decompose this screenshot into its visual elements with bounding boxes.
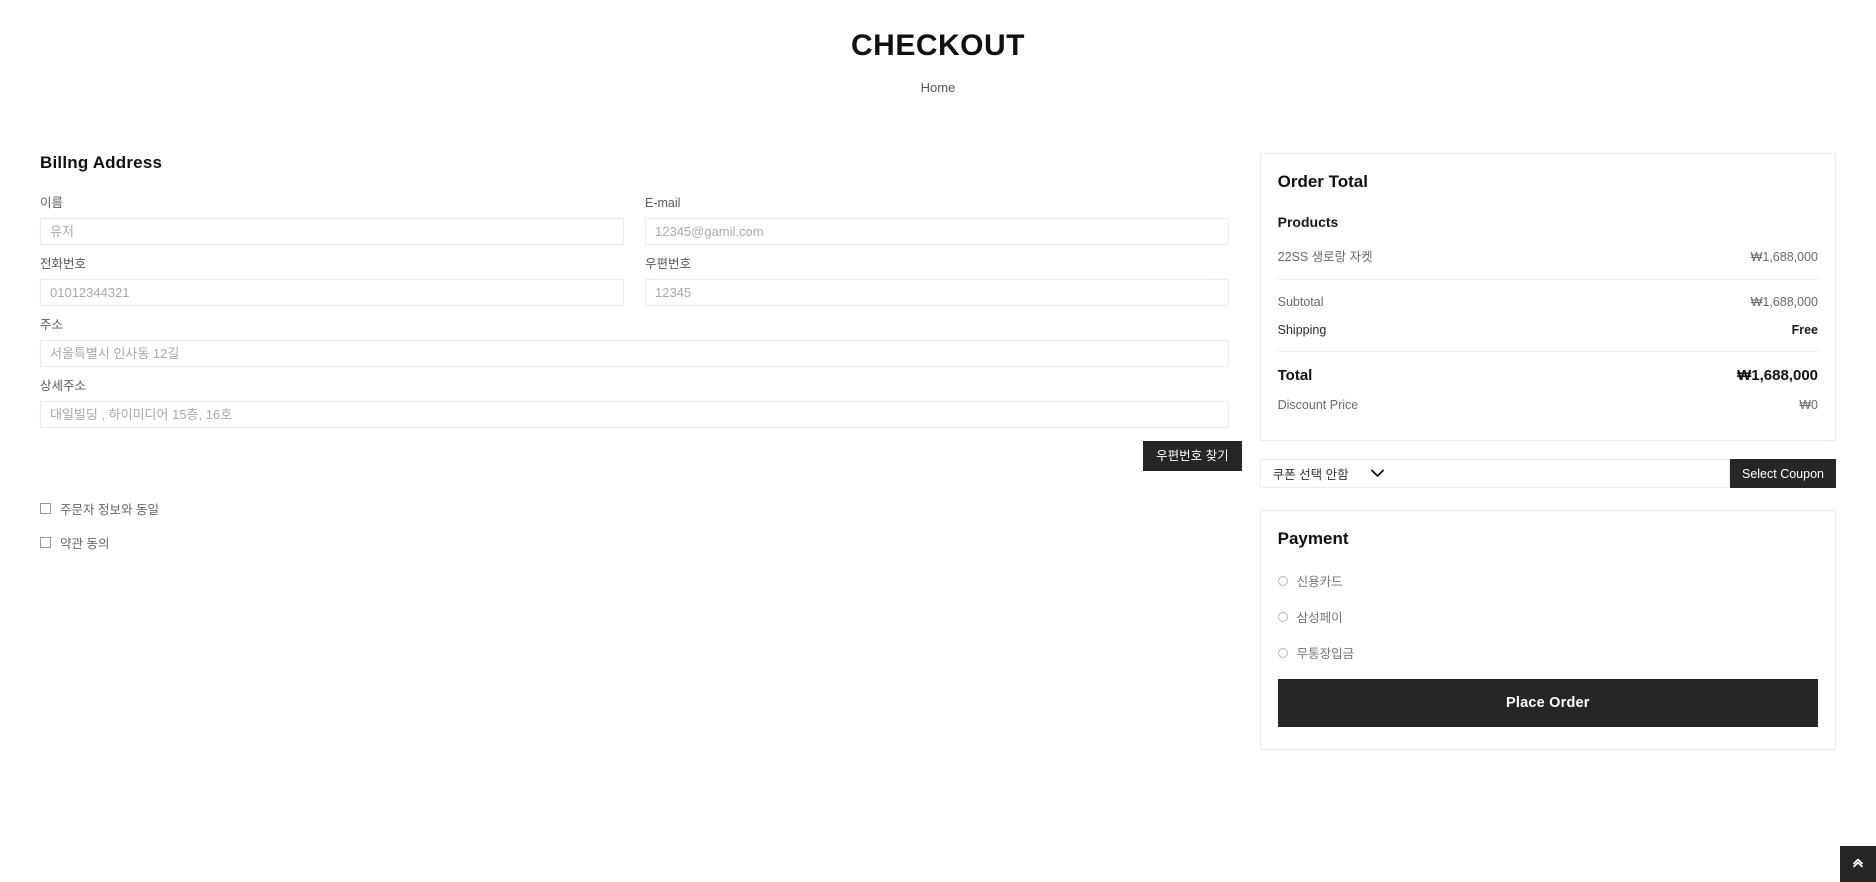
shipping-line: Shipping Free (1278, 323, 1818, 337)
coupon-row: 쿠폰 선택 안함 Select Coupon (1259, 459, 1836, 488)
address-input[interactable] (40, 340, 1229, 367)
field-email: E-mail (645, 195, 1229, 245)
name-input[interactable] (40, 218, 624, 245)
payment-label-credit-card: 신용카드 (1296, 575, 1343, 589)
form-row-phone-postal: 전화번호 우편번호 (40, 256, 1242, 317)
payment-option-credit-card[interactable]: 신용카드 (1277, 571, 1818, 590)
payment-label-bank-transfer: 무통장입금 (1296, 647, 1355, 661)
order-total-card: Order Total Products 22SS 생로랑 자켓 ₩1,688,… (1259, 153, 1836, 441)
radio-icon-bank-transfer[interactable] (1277, 647, 1288, 658)
billing-section-title: Billng Address (40, 153, 163, 172)
place-order-button[interactable]: Place Order (1277, 679, 1818, 727)
subtotal-line: Subtotal ₩1,688,000 (1278, 295, 1818, 309)
phone-input[interactable] (40, 279, 624, 306)
field-name: 이름 (40, 195, 624, 245)
payment-option-bank-transfer[interactable]: 무통장입금 (1277, 643, 1818, 662)
payment-option-samsung-pay[interactable]: 삼성페이 (1277, 607, 1818, 626)
products-heading: Products (1277, 214, 1339, 230)
shipping-value: Free (1791, 323, 1818, 337)
page-title: CHECKOUT (851, 29, 1025, 62)
product-name: 22SS 생로랑 자켓 (1277, 250, 1373, 264)
breadcrumb-link-home[interactable]: Home (921, 80, 956, 95)
billing-checkbox-list: 주문자 정보와 동일 약관 동의 (40, 499, 1242, 552)
field-label-email: E-mail (645, 196, 681, 210)
breadcrumb: Home (0, 80, 1876, 95)
field-address-detail: 상세주소 (40, 378, 1229, 428)
field-postal-code: 우편번호 (645, 256, 1229, 306)
field-label-address-detail: 상세주소 (40, 379, 87, 393)
find-postal-code-button[interactable]: 우편번호 찾기 (1143, 441, 1242, 471)
total-label: Total (1277, 367, 1313, 384)
product-price: ₩1,688,000 (1750, 250, 1818, 264)
field-label-address: 주소 (40, 318, 64, 332)
checkbox-label-terms-agree: 약관 동의 (60, 537, 110, 551)
scroll-to-top-button[interactable] (1840, 846, 1876, 882)
product-line-item: 22SS 생로랑 자켓 ₩1,688,000 (1278, 246, 1818, 265)
double-chevron-up-icon (1851, 856, 1865, 873)
main-content: Billng Address 이름 E-mail 전화번호 우편번호 주소 (0, 153, 1876, 750)
field-address: 주소 (40, 317, 1229, 367)
total-value: ₩1,688,000 (1737, 367, 1818, 384)
divider-products (1277, 279, 1818, 280)
form-row-name-email: 이름 E-mail (40, 195, 1242, 256)
divider-totals (1277, 351, 1818, 352)
subtotal-label: Subtotal (1277, 295, 1324, 309)
order-total-title: Order Total (1277, 172, 1368, 191)
select-coupon-button[interactable]: Select Coupon (1729, 459, 1836, 488)
payment-title: Payment (1277, 529, 1349, 548)
checkbox-icon-terms-agree[interactable] (40, 537, 51, 548)
field-phone: 전화번호 (40, 256, 624, 306)
checkbox-same-as-orderer[interactable]: 주문자 정보와 동일 (40, 499, 1242, 518)
page-header: CHECKOUT Home (0, 0, 1876, 95)
billing-address-section: Billng Address 이름 E-mail 전화번호 우편번호 주소 (40, 153, 1242, 567)
address-detail-input[interactable] (40, 401, 1229, 428)
postal-lookup-row: 우편번호 찾기 (40, 441, 1242, 471)
discount-line: Discount Price ₩0 (1278, 398, 1818, 412)
radio-icon-credit-card[interactable] (1277, 575, 1288, 586)
radio-icon-samsung-pay[interactable] (1277, 611, 1288, 622)
chevron-down-icon (1370, 469, 1384, 478)
shipping-label: Shipping (1277, 323, 1327, 337)
order-summary-column: Order Total Products 22SS 생로랑 자켓 ₩1,688,… (1259, 153, 1836, 750)
postal-code-input[interactable] (645, 279, 1229, 306)
coupon-selected-value: 쿠폰 선택 안함 (1272, 468, 1349, 482)
payment-label-samsung-pay: 삼성페이 (1296, 611, 1343, 625)
email-input[interactable] (645, 218, 1229, 245)
field-label-postal-code: 우편번호 (645, 257, 692, 271)
checkbox-terms-agree[interactable]: 약관 동의 (40, 533, 1242, 552)
checkbox-icon-same-as-orderer[interactable] (40, 503, 51, 514)
checkbox-label-same-as-orderer: 주문자 정보와 동일 (60, 503, 159, 517)
discount-label: Discount Price (1277, 398, 1359, 412)
payment-card: Payment 신용카드 삼성페이 무통장입금 Place Order (1259, 510, 1836, 750)
coupon-select[interactable]: 쿠폰 선택 안함 (1259, 459, 1730, 488)
field-label-name: 이름 (40, 196, 64, 210)
total-line: Total ₩1,688,000 (1278, 367, 1818, 384)
subtotal-value: ₩1,688,000 (1750, 295, 1818, 309)
field-label-phone: 전화번호 (40, 257, 87, 271)
discount-value: ₩0 (1799, 398, 1818, 412)
